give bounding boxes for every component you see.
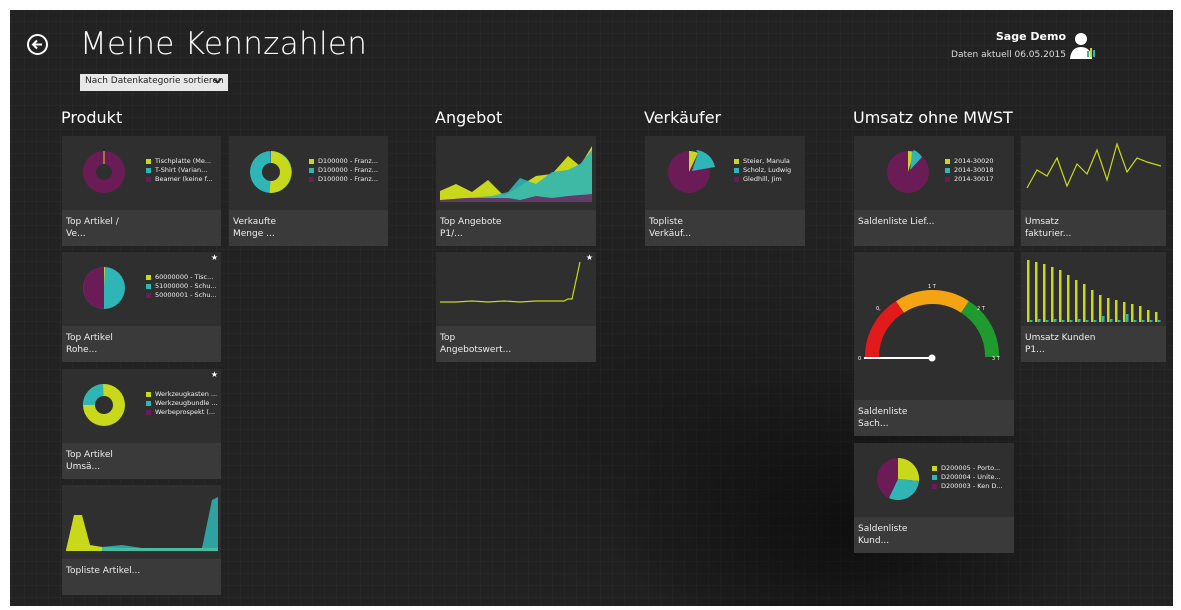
chart-legend: D200005 - Porto... D200004 - Unite... D2… xyxy=(932,464,1003,491)
frame-top xyxy=(0,0,1181,10)
legend-item: Werkzeugkasten ... xyxy=(155,390,218,398)
gauge-tick: 0, xyxy=(876,306,881,312)
tile-label: Top Artikel / Ve... xyxy=(66,217,119,239)
tile-label-area: Verkaufte Menge ... xyxy=(229,210,388,246)
legend-item: D200003 - Ken D... xyxy=(941,482,1003,490)
tile-label: Topliste Artikel... xyxy=(66,566,141,576)
legend-item: Werbeprospekt (... xyxy=(155,408,216,416)
tile-saldenliste-lief[interactable]: 2014-30020 2014-30018 2014-30017 Saldenl… xyxy=(854,136,1014,246)
bar-series-1 xyxy=(1027,260,1158,322)
legend-item: D100000 - Franz... xyxy=(318,166,378,174)
legend-item: Scholz, Ludwig xyxy=(743,166,792,174)
legend-item: D200005 - Porto... xyxy=(941,464,1001,472)
frame-left xyxy=(0,0,10,610)
tile-umsatz-fakturiert[interactable]: Umsatz fakturier... xyxy=(1021,136,1166,246)
tile-label: Top Angebotswert... xyxy=(440,333,512,355)
tile-label: Verkaufte Menge ... xyxy=(233,217,277,239)
tile-label-area: Umsatz fakturier... xyxy=(1021,210,1166,246)
user-name: Sage Demo xyxy=(995,30,1066,43)
tile-label-area: Umsatz Kunden P1... xyxy=(1021,326,1166,362)
area-chart xyxy=(440,146,592,202)
tile-label-area: Top Artikel Rohe... xyxy=(62,326,221,362)
chevron-down-icon xyxy=(213,78,222,84)
tile-top-artikel-ve[interactable]: Tischplatte (Me... T-Shirt (Varian... Be… xyxy=(62,136,221,246)
legend-item: 2014-30017 xyxy=(954,175,994,183)
legend-item: Tischplatte (Me... xyxy=(155,157,212,165)
line-chart xyxy=(440,261,581,303)
chart-legend: Steier, Manula Scholz, Ludwig Gledhill, … xyxy=(734,157,791,184)
chart-legend: 60000000 - Tisc... 51000000 - Schu... 50… xyxy=(146,273,217,300)
group-title-produkt: Produkt xyxy=(61,108,123,127)
tile-label: Top Artikel Rohe... xyxy=(66,333,113,355)
chart-legend: 2014-30020 2014-30018 2014-30017 xyxy=(945,157,994,184)
tile-verkaufte-menge[interactable]: D100000 - Franz... D100000 - Franz... D1… xyxy=(229,136,388,246)
data-date: Daten aktuell 06.05.2015 xyxy=(951,50,1066,60)
chart-legend: D100000 - Franz... D100000 - Franz... D1… xyxy=(309,157,378,184)
back-button[interactable] xyxy=(27,34,48,55)
tile-top-angebotswert[interactable]: ★ Top Angebotswert... xyxy=(436,252,596,362)
tile-label: Umsatz fakturier... xyxy=(1025,217,1072,239)
tile-label-area: Topliste Artikel... xyxy=(62,559,221,595)
tile-label-area: Top Angebote P1/... xyxy=(436,210,596,246)
legend-item: 51000000 - Schu... xyxy=(155,282,217,290)
tile-top-artikel-rohe[interactable]: ★ 60000000 - Tisc... 51000000 - Schu... … xyxy=(62,252,221,362)
user-icon[interactable] xyxy=(1068,32,1098,60)
tile-umsatz-kunden[interactable]: Umsatz Kunden P1... xyxy=(1021,252,1166,362)
sort-dropdown-label: Nach Datenkategorie sortieren xyxy=(85,76,224,86)
area-chart xyxy=(66,497,218,551)
legend-item: D100000 - Franz... xyxy=(318,175,378,183)
chart-legend: Werkzeugkasten ... Werkzeugbundle ... We… xyxy=(146,390,218,417)
tile-saldenliste-kund[interactable]: D200005 - Porto... D200004 - Unite... D2… xyxy=(854,443,1014,553)
tile-label: Top Artikel Umsä... xyxy=(66,450,113,472)
bar-chart xyxy=(1027,260,1161,322)
tile-label: Top Angebote P1/... xyxy=(440,217,502,239)
legend-item: D200004 - Unite... xyxy=(941,473,1001,481)
gauge-tick: 1 T xyxy=(928,284,937,290)
gauge-chart: 0 0, 1 T 2 T 3 T xyxy=(858,284,1001,362)
tile-label-area: Top Angebotswert... xyxy=(436,326,596,362)
tile-label-area: Top Artikel / Ve... xyxy=(62,210,221,246)
tile-label-area: Saldenliste Kund... xyxy=(854,517,1014,553)
legend-item: Beamer (keine f... xyxy=(155,175,213,183)
legend-item: D100000 - Franz... xyxy=(318,157,378,165)
chart-legend: Tischplatte (Me... T-Shirt (Varian... Be… xyxy=(146,157,213,184)
tile-label: Saldenliste Lief... xyxy=(858,217,935,227)
legend-item: T-Shirt (Varian... xyxy=(155,166,208,174)
tile-label-area: Saldenliste Sach... xyxy=(854,400,1014,436)
group-title-umsatz: Umsatz ohne MWST xyxy=(853,108,1013,127)
legend-item: 2014-30018 xyxy=(954,166,994,174)
tile-top-artikel-umsa[interactable]: ★ Werkzeugkasten ... Werkzeugbundle ... … xyxy=(62,369,221,479)
tile-label: Saldenliste Sach... xyxy=(858,407,908,429)
legend-item: 60000000 - Tisc... xyxy=(155,273,214,281)
tile-topliste-artikel[interactable]: Topliste Artikel... xyxy=(62,485,221,595)
legend-item: 2014-30020 xyxy=(954,157,994,165)
arrow-left-icon xyxy=(31,39,42,50)
group-title-angebot: Angebot xyxy=(435,108,503,127)
page-title: Meine Kennzahlen xyxy=(80,26,368,62)
tile-label-area: Top Artikel Umsä... xyxy=(62,443,221,479)
gauge-tick: 2 T xyxy=(977,306,986,312)
tile-label-area: Topliste Verkäuf... xyxy=(645,210,805,246)
legend-item: Steier, Manula xyxy=(743,157,790,165)
tile-top-angebote[interactable]: Top Angebote P1/... xyxy=(436,136,596,246)
gauge-tick: 3 T xyxy=(992,356,1001,362)
tile-label: Topliste Verkäuf... xyxy=(649,217,692,239)
frame-bottom xyxy=(0,606,1181,610)
tile-label-area: Saldenliste Lief... xyxy=(854,210,1014,246)
tile-label: Umsatz Kunden P1... xyxy=(1025,333,1096,355)
legend-item: 50000001 - Schu... xyxy=(155,291,217,299)
tile-topliste-verkaeufer[interactable]: Steier, Manula Scholz, Ludwig Gledhill, … xyxy=(645,136,805,246)
frame-right xyxy=(1173,0,1181,610)
legend-item: Werkzeugbundle ... xyxy=(155,399,218,407)
tile-saldenliste-sach[interactable]: 0 0, 1 T 2 T 3 T Saldenliste Sach... xyxy=(854,252,1014,436)
tile-label: Saldenliste Kund... xyxy=(858,524,908,546)
line-chart xyxy=(1026,142,1162,189)
sort-dropdown[interactable]: Nach Datenkategorie sortieren xyxy=(80,74,228,91)
gauge-tick: 0 xyxy=(858,356,861,362)
group-title-verkaeufer: Verkäufer xyxy=(644,108,722,127)
legend-item: Gledhill, Jim xyxy=(743,175,782,183)
